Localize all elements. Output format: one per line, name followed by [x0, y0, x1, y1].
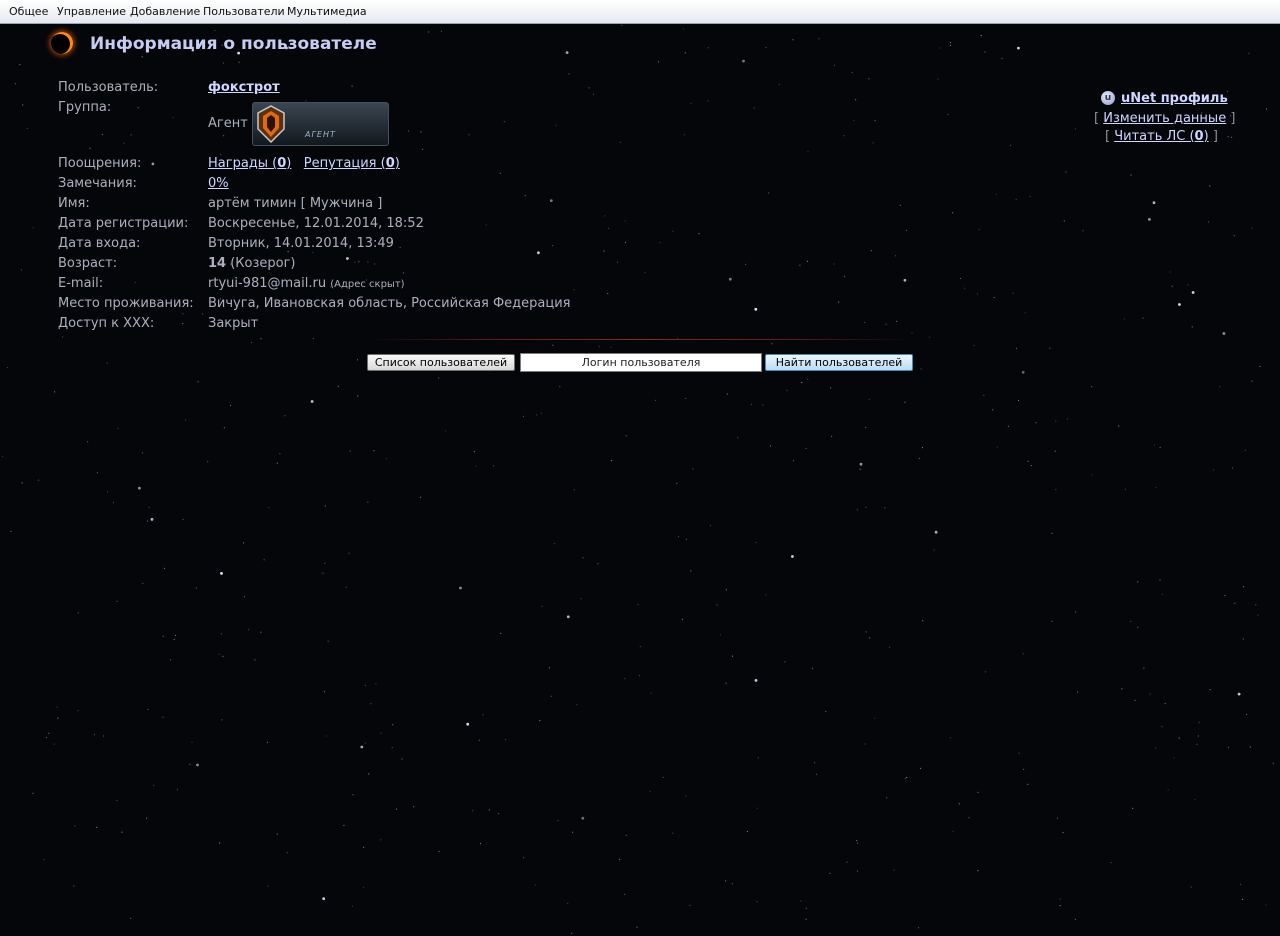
unet-profile-wrap: uNet профиль	[1121, 91, 1228, 106]
reputation-close: )	[394, 156, 400, 171]
age-label: Возраст:	[58, 256, 118, 271]
awards-count: 0	[277, 156, 287, 171]
shield-emblem-icon	[257, 105, 285, 143]
unet-logo-icon: u	[1101, 91, 1115, 105]
age-value: 14 (Козерог)	[208, 256, 296, 271]
registration-value: Воскресенье, 12.01.2014, 18:52	[208, 216, 424, 231]
read-pm-text: Читать ЛС (	[1114, 129, 1195, 144]
reputation-link[interactable]: Репутация (0)	[304, 156, 400, 171]
username-link[interactable]: фокстрот	[208, 80, 280, 95]
separator-line	[367, 339, 913, 340]
menu-item-add[interactable]: Добавление	[130, 5, 200, 18]
email-value: rtyui-981@mail.ru (Адрес скрыт)	[208, 276, 405, 291]
read-pm-row: [ Читать ЛС (0) ]	[1105, 129, 1218, 144]
login-search-input[interactable]	[520, 353, 762, 372]
awards-close: )	[286, 156, 292, 171]
awards-link[interactable]: Награды (0)	[208, 156, 291, 171]
menu-item-multimedia[interactable]: Мультимедиа	[287, 5, 367, 18]
menu-item-management[interactable]: Управление	[57, 5, 126, 18]
warnings-link[interactable]: 0%	[208, 176, 229, 191]
xxx-access-value: Закрыт	[208, 316, 259, 331]
rewards-value: Награды (0) Репутация (0)	[208, 156, 400, 171]
pm-count: 0	[1194, 129, 1204, 144]
warnings-label: Замечания:	[58, 176, 137, 191]
bracket-close: ]	[1212, 129, 1218, 144]
residence-label: Место проживания:	[58, 296, 194, 311]
email-hidden-note: (Адрес скрыт)	[330, 279, 405, 290]
last-login-value: Вторник, 14.01.2014, 13:49	[208, 236, 394, 251]
menu-item-general[interactable]: Общее	[9, 5, 48, 18]
group-badge: АГЕНТ	[252, 102, 389, 146]
user-label: Пользователь:	[58, 80, 159, 95]
user-list-button[interactable]: Список пользователей	[367, 354, 515, 371]
read-pm-close: )	[1203, 129, 1209, 144]
email-address: rtyui-981@mail.ru	[208, 276, 327, 291]
find-users-button[interactable]: Найти пользователей	[765, 354, 913, 371]
email-label: E-mail:	[58, 276, 104, 291]
profile-content: Информация о пользователе Пользователь: …	[0, 24, 1280, 936]
edit-data-row: [ Изменить данные ]	[1094, 111, 1235, 126]
bracket-close: ]	[1230, 111, 1236, 126]
name-label: Имя:	[58, 196, 90, 211]
group-badge-text: АГЕНТ	[305, 130, 336, 139]
group-name: Агент	[208, 116, 248, 131]
age-number: 14	[208, 256, 227, 271]
username-value: фокстрот	[208, 80, 280, 95]
xxx-access-label: Доступ к XXX:	[58, 316, 155, 331]
page-title: Информация о пользователе	[90, 34, 377, 54]
registration-label: Дата регистрации:	[58, 216, 189, 231]
bracket-open: [	[1105, 129, 1111, 144]
last-login-label: Дата входа:	[58, 236, 141, 251]
menu-item-users[interactable]: Пользователи	[203, 5, 285, 18]
top-menu-bar: Общее Управление Добавление Пользователи…	[0, 0, 1280, 24]
reputation-count: 0	[385, 156, 395, 171]
group-label: Группа:	[58, 100, 112, 115]
rewards-label: Поощрения:	[58, 156, 142, 171]
warnings-value: 0%	[208, 176, 229, 191]
zodiac-sign: (Козерог)	[230, 256, 296, 271]
awards-text: Награды (	[208, 156, 278, 171]
reputation-text: Репутация (	[303, 156, 386, 171]
residence-value: Вичуга, Ивановская область, Российская Ф…	[208, 296, 571, 311]
unet-profile-link[interactable]: uNet профиль	[1121, 91, 1228, 106]
name-value: артём тимин [ Мужчина ]	[208, 196, 383, 211]
bracket-open: [	[1094, 111, 1100, 126]
eclipse-icon	[51, 32, 73, 54]
edit-data-link[interactable]: Изменить данные	[1103, 111, 1226, 126]
read-pm-link[interactable]: Читать ЛС (0)	[1114, 129, 1208, 144]
